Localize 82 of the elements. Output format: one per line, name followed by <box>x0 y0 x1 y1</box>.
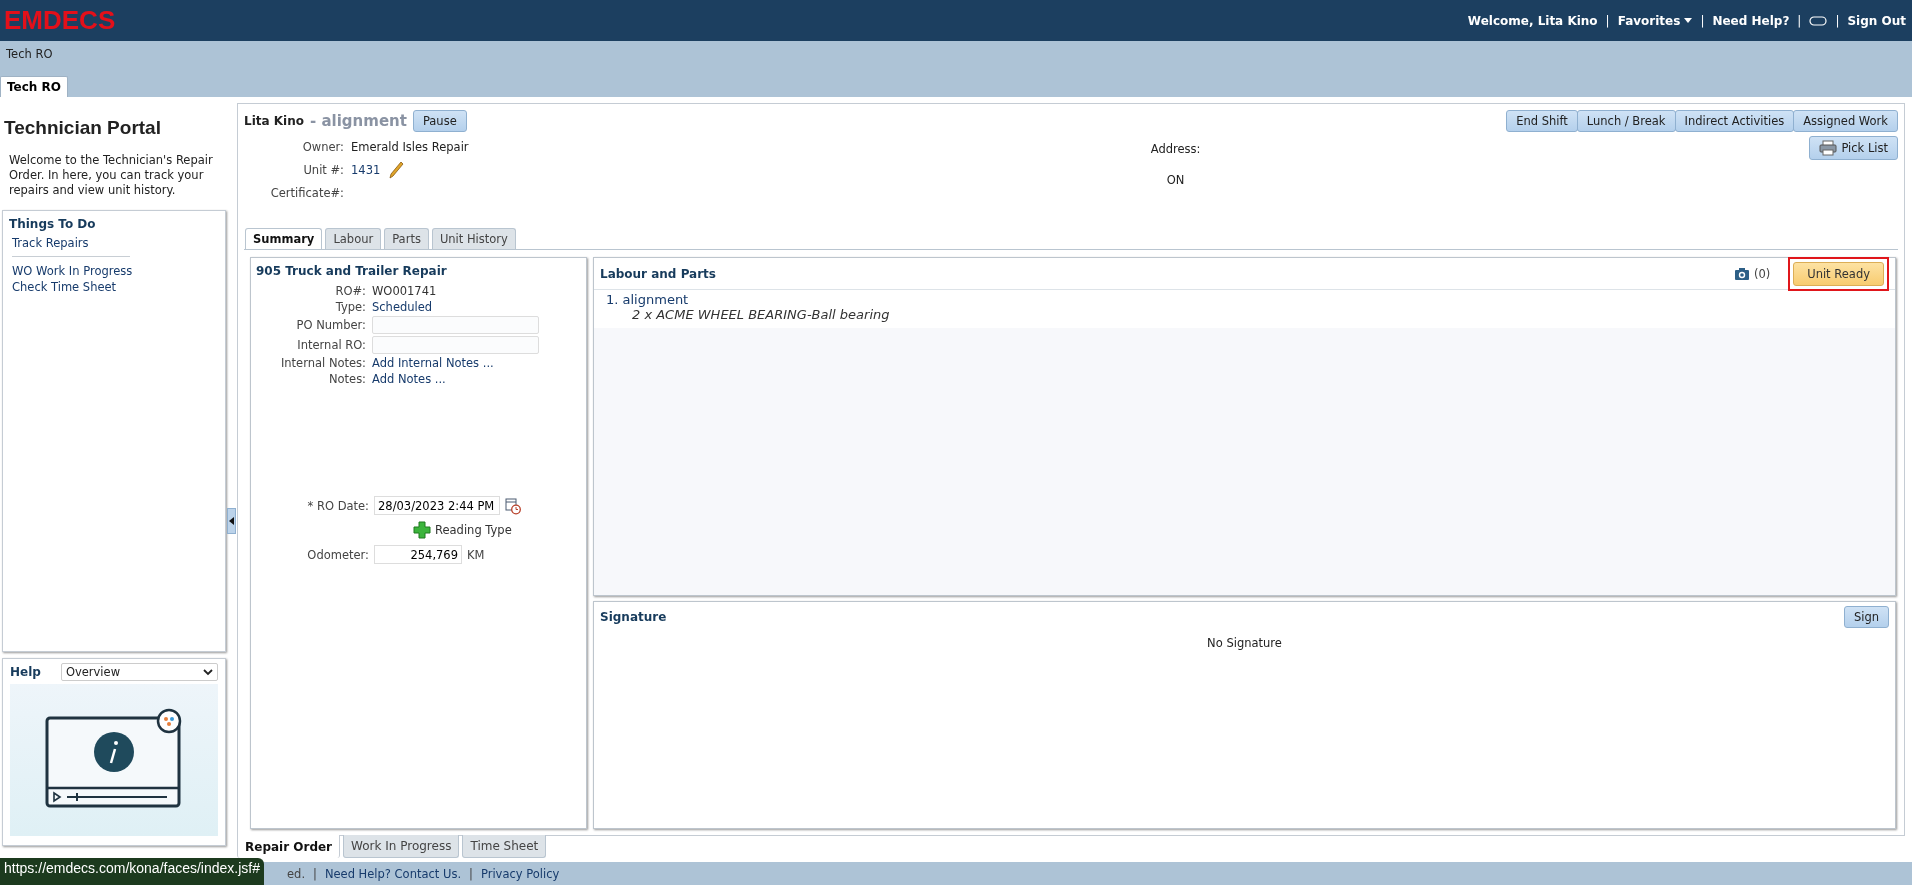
todo-link[interactable]: Check Time Sheet <box>9 279 120 295</box>
plus-icon <box>413 521 431 539</box>
field-value: 1431 <box>351 163 381 177</box>
unit-ready-button[interactable]: Unit Ready <box>1793 262 1884 286</box>
tab[interactable]: Repair Order <box>237 835 341 858</box>
separator: | <box>1835 13 1840 28</box>
todo-link[interactable]: Track Repairs <box>9 235 92 251</box>
tab[interactable]: Summary <box>245 228 323 249</box>
pick-list-button[interactable]: Pick List <box>1809 136 1898 160</box>
field-link[interactable]: Add Notes ... <box>372 372 446 386</box>
field-link[interactable]: Add Internal Notes ... <box>372 356 494 370</box>
tab[interactable]: Unit History <box>431 228 516 249</box>
separator: | <box>1797 13 1802 28</box>
tab[interactable]: Parts <box>384 228 429 249</box>
help-dropdown[interactable]: Overview <box>60 663 218 681</box>
input-field[interactable] <box>372 336 539 354</box>
todo-link[interactable]: WO Work In Progress <box>9 263 136 279</box>
separator: | <box>1700 13 1705 28</box>
field-label: Certificate#: <box>269 186 344 200</box>
signature-status: No Signature <box>1206 636 1283 650</box>
field-label: Unit #: <box>302 163 344 177</box>
input-field[interactable] <box>372 316 539 334</box>
sign-button[interactable]: Sign <box>1843 605 1889 628</box>
favorites-menu[interactable]: Favorites <box>1617 13 1693 28</box>
field-value: Emerald Isles Repair <box>351 140 469 154</box>
job-title: - alignment <box>310 112 407 130</box>
odometer-field[interactable]: 254,769 <box>374 545 462 564</box>
intro-text: Welcome to the Technician's Repair Order. In here, you can track your repairs and view unit history. <box>9 153 214 198</box>
welcome-text: Welcome, Lita Kino <box>1467 13 1598 28</box>
separator: | <box>313 866 317 881</box>
todo-title: Things To Do <box>9 217 97 231</box>
sign-out-link[interactable]: Sign Out <box>1847 13 1906 28</box>
status-url: https://emdecs.com/kona/faces/index.jsf# <box>0 858 264 885</box>
labour-item: 1. alignment <box>605 292 690 307</box>
unit-text: KM <box>467 547 485 562</box>
photo-count: (0) <box>1753 267 1771 281</box>
action-button[interactable]: Lunch / Break <box>1576 110 1676 132</box>
footer-link[interactable]: Need Help? Contact Us. <box>324 866 462 881</box>
action-button[interactable]: Indirect Activities <box>1674 110 1795 132</box>
address-label: Address: <box>1150 142 1201 156</box>
help-title: Help <box>10 665 41 679</box>
chevron-down-icon[interactable] <box>203 668 213 676</box>
caret-icon <box>1684 18 1693 23</box>
separator: | <box>1605 13 1610 28</box>
toggle-icon[interactable] <box>1809 15 1828 26</box>
date-field[interactable]: 28/03/2023 2:44 PM <box>374 496 500 515</box>
field-label: Notes: <box>327 372 366 386</box>
field-label: PO Number: <box>295 318 366 332</box>
page-tab[interactable]: Tech RO <box>0 76 68 97</box>
tab[interactable]: Work In Progress <box>343 835 460 858</box>
footer-link[interactable]: Privacy Policy <box>480 866 560 881</box>
footer-text: ed. <box>287 866 306 881</box>
need-help-link[interactable]: Need Help? <box>1712 13 1790 28</box>
address-value: ON <box>1166 173 1185 187</box>
part-item: 2 x ACME WHEEL BEARING-Ball bearing <box>631 307 891 322</box>
pencil-icon[interactable] <box>388 161 405 179</box>
card-title: 905 Truck and Trailer Repair <box>256 264 448 278</box>
separator: | <box>469 866 473 881</box>
action-button[interactable]: End Shift <box>1506 110 1578 132</box>
breadcrumb: Tech RO <box>5 46 54 61</box>
field-link[interactable]: Scheduled <box>372 300 433 314</box>
field-label: Odometer: <box>306 547 369 562</box>
field-label: Internal RO: <box>296 338 366 352</box>
technician-name: Lita Kino <box>244 114 304 128</box>
card-title: Labour and Parts <box>600 267 716 281</box>
tab[interactable]: Time Sheet <box>462 835 547 858</box>
calendar-clock-icon[interactable] <box>505 496 521 515</box>
collapse-handle[interactable] <box>227 507 236 534</box>
field-label: Internal Notes: <box>279 356 366 370</box>
field-label: Owner: <box>301 140 344 154</box>
pause-button[interactable]: Pause <box>412 110 467 132</box>
portal-title: Technician Portal <box>3 116 162 139</box>
tab[interactable]: Labour <box>325 228 382 249</box>
field-label: RO#: <box>334 284 366 298</box>
reading-type-button[interactable]: Reading Type <box>413 521 581 539</box>
action-button[interactable]: Assigned Work <box>1793 110 1898 132</box>
camera-icon[interactable] <box>1733 267 1750 281</box>
field-label: * RO Date: <box>306 498 369 513</box>
field-value: WO001741 <box>372 284 438 298</box>
printer-icon <box>1819 140 1838 156</box>
field-label: Type: <box>334 300 366 314</box>
card-title: Signature <box>600 609 667 624</box>
